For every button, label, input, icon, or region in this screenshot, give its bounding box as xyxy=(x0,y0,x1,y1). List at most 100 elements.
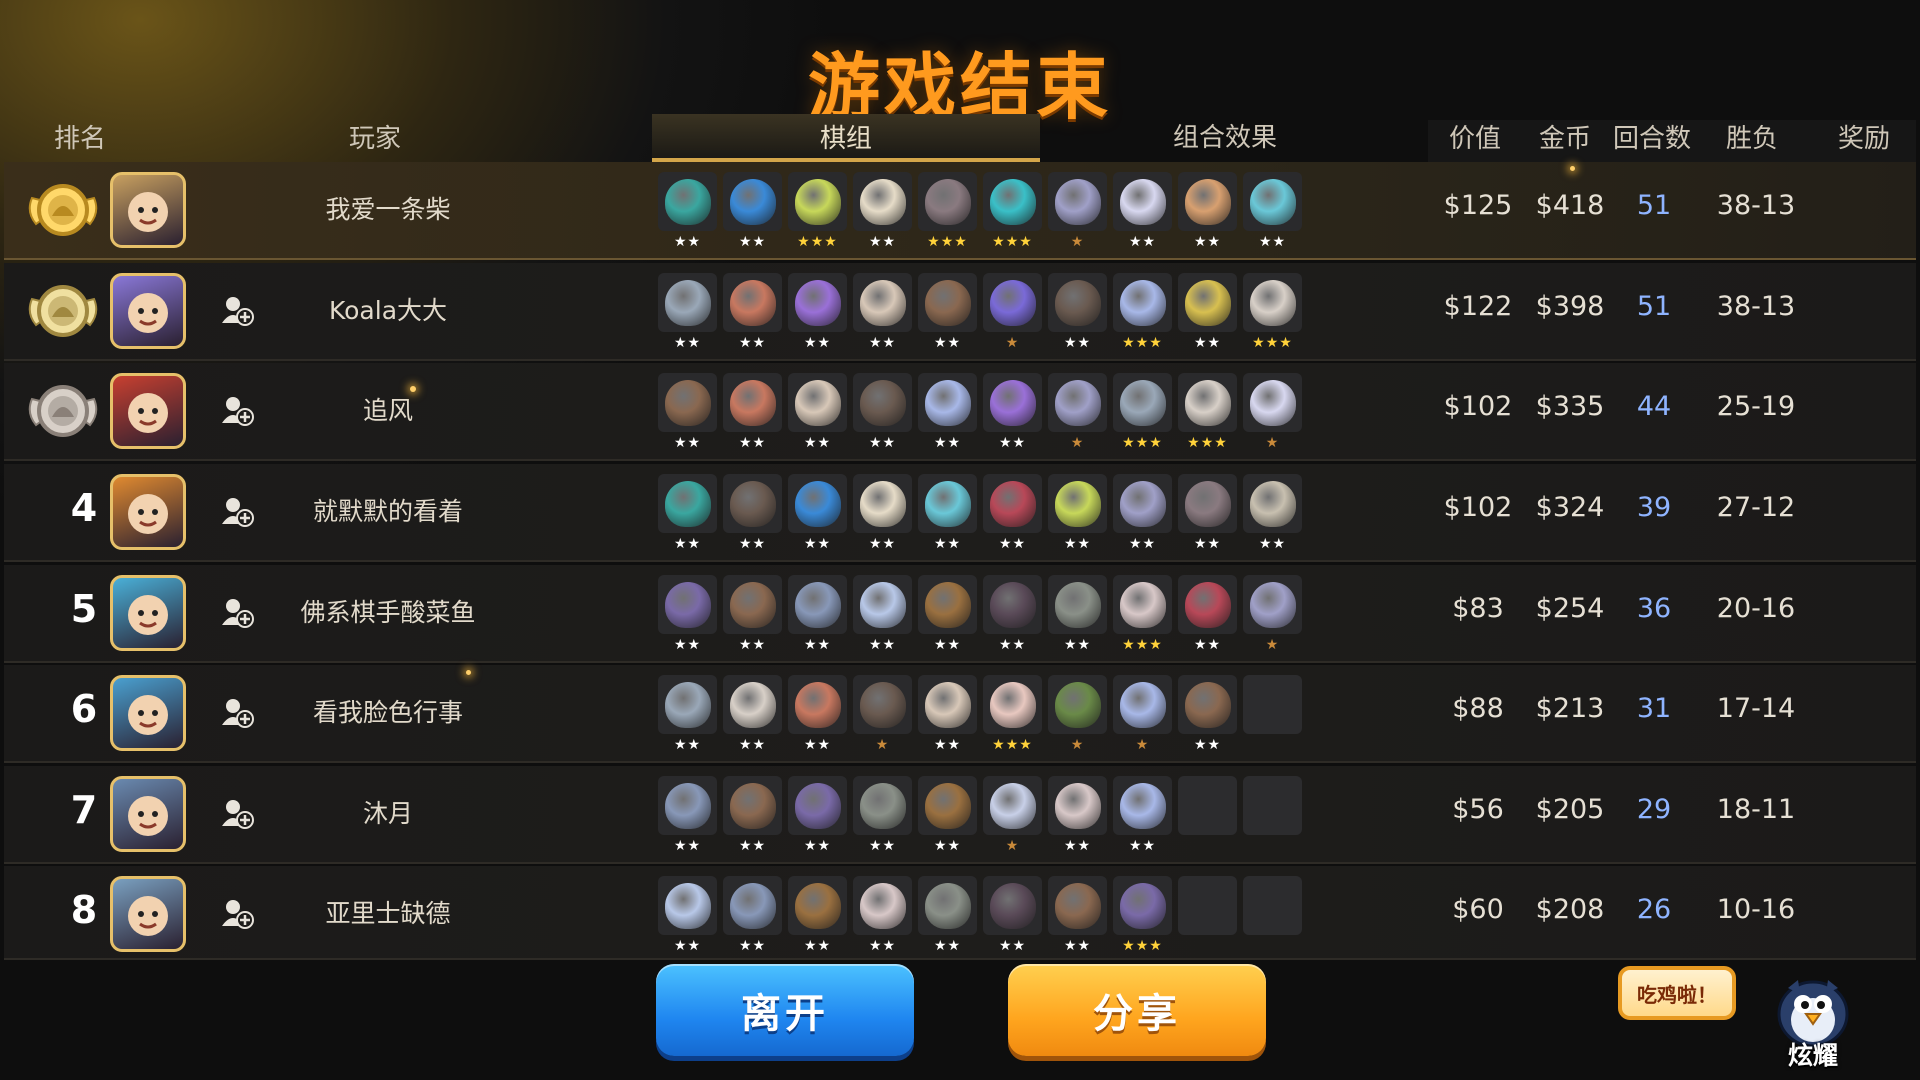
add-friend-icon[interactable] xyxy=(220,595,254,629)
avatar-hero-2[interactable] xyxy=(110,273,186,349)
piece-slot[interactable]: ★★ xyxy=(918,273,977,357)
avatar-hero-5[interactable] xyxy=(110,575,186,651)
piece-slot[interactable]: ★★ xyxy=(723,575,782,659)
piece-slot[interactable]: ★★ xyxy=(918,876,977,960)
piece-slot[interactable]: ★★ xyxy=(788,373,847,457)
piece-slot[interactable]: ★★ xyxy=(1048,575,1107,659)
piece-slot[interactable]: ★★★ xyxy=(983,675,1042,759)
leave-button[interactable]: 离开 xyxy=(656,964,914,1056)
add-friend-icon[interactable] xyxy=(220,293,254,327)
piece-slot[interactable]: ★★ xyxy=(723,474,782,558)
piece-slot[interactable]: ★★ xyxy=(723,776,782,860)
piece-slot[interactable]: ★★ xyxy=(853,575,912,659)
piece-slot[interactable]: ★★ xyxy=(658,876,717,960)
piece-slot[interactable]: ★★★ xyxy=(1243,273,1302,357)
piece-slot[interactable]: ★★ xyxy=(658,273,717,357)
piece-slot[interactable]: ★★ xyxy=(723,373,782,457)
avatar-hero-7[interactable] xyxy=(110,776,186,852)
avatar-hero-1[interactable] xyxy=(110,172,186,248)
piece-slot[interactable]: ★★ xyxy=(658,172,717,256)
piece-slot[interactable]: ★★ xyxy=(1113,776,1172,860)
piece-slot[interactable]: ★★ xyxy=(658,675,717,759)
piece-slot[interactable]: ★★ xyxy=(1178,474,1237,558)
piece-slot[interactable]: ★★ xyxy=(1178,172,1237,256)
add-friend-icon[interactable] xyxy=(220,796,254,830)
piece-slot[interactable]: ★★ xyxy=(918,675,977,759)
piece-slot[interactable]: ★ xyxy=(1048,675,1107,759)
piece-slot[interactable]: ★★ xyxy=(918,575,977,659)
piece-slot[interactable]: ★★ xyxy=(983,575,1042,659)
piece-slot[interactable]: ★★ xyxy=(853,273,912,357)
piece-slot[interactable]: ★★ xyxy=(658,575,717,659)
piece-slot[interactable]: ★★ xyxy=(723,273,782,357)
piece-slot[interactable]: ★★ xyxy=(1178,273,1237,357)
piece-slot[interactable]: ★★ xyxy=(1243,474,1302,558)
piece-slot[interactable]: ★★ xyxy=(983,373,1042,457)
table-row[interactable]: 7 沐月 ★★ ★★ ★★ ★★ ★★ ★ ★★ ★★ $56 $205 29 18-11 xyxy=(4,766,1916,864)
piece-slot[interactable]: ★★ xyxy=(723,172,782,256)
piece-slot[interactable]: ★★ xyxy=(983,876,1042,960)
add-friend-icon[interactable] xyxy=(220,896,254,930)
piece-slot[interactable]: ★★ xyxy=(853,172,912,256)
piece-slot[interactable]: ★★ xyxy=(788,776,847,860)
piece-slot[interactable]: ★★ xyxy=(1048,876,1107,960)
piece-slot[interactable]: ★★★ xyxy=(1113,373,1172,457)
table-row[interactable]: 6 看我脸色行事 ★★ ★★ ★★ ★ ★★ ★★★ ★ ★ ★★ $88 $213 31 17-14 xyxy=(4,665,1916,763)
tab-synergy[interactable]: 组合效果 xyxy=(1040,108,1410,162)
piece-slot[interactable]: ★ xyxy=(853,675,912,759)
piece-slot[interactable]: ★★ xyxy=(1113,172,1172,256)
piece-slot[interactable]: ★★ xyxy=(1048,474,1107,558)
table-row[interactable]: 我爱一条柴 ★★ ★★ ★★★ ★★ ★★★ ★★★ ★ ★★ ★★ ★★ $125 $418 51 38-… xyxy=(4,162,1916,260)
avatar-hero-6[interactable] xyxy=(110,675,186,751)
piece-slot[interactable]: ★★ xyxy=(658,776,717,860)
add-friend-icon[interactable] xyxy=(220,494,254,528)
table-row[interactable]: 8 亚里士缺德 ★★ ★★ ★★ ★★ ★★ ★★ ★★ ★★★ $60 $208 26 10-16 xyxy=(4,866,1916,960)
piece-slot[interactable]: ★ xyxy=(1048,172,1107,256)
show-off-label[interactable]: 炫耀 xyxy=(1770,1036,1856,1072)
piece-slot[interactable]: ★ xyxy=(1113,675,1172,759)
piece-slot[interactable]: ★★ xyxy=(1178,575,1237,659)
piece-slot[interactable]: ★★★ xyxy=(918,172,977,256)
piece-slot[interactable]: ★★ xyxy=(918,373,977,457)
piece-slot[interactable]: ★★ xyxy=(658,474,717,558)
table-row[interactable]: Koala大大 ★★ ★★ ★★ ★★ ★★ ★ ★★ ★★★ ★★ ★★★ $122 $398 51 38… xyxy=(4,263,1916,361)
piece-slot[interactable]: ★★★ xyxy=(788,172,847,256)
piece-slot[interactable]: ★★★ xyxy=(1113,575,1172,659)
table-row[interactable]: 4 就默默的看着 ★★ ★★ ★★ ★★ ★★ ★★ ★★ ★★ ★★ ★★ $102 $324 39 27-… xyxy=(4,464,1916,562)
piece-slot[interactable]: ★★★ xyxy=(983,172,1042,256)
add-friend-icon[interactable] xyxy=(220,393,254,427)
piece-slot[interactable]: ★★ xyxy=(853,876,912,960)
piece-slot[interactable]: ★★ xyxy=(788,474,847,558)
piece-slot[interactable]: ★★★ xyxy=(1113,273,1172,357)
piece-slot[interactable]: ★ xyxy=(983,776,1042,860)
piece-slot[interactable]: ★★ xyxy=(853,474,912,558)
piece-slot[interactable]: ★★ xyxy=(853,776,912,860)
piece-slot[interactable]: ★★ xyxy=(1243,172,1302,256)
avatar-hero-4[interactable] xyxy=(110,474,186,550)
piece-slot[interactable]: ★★ xyxy=(723,675,782,759)
piece-slot[interactable]: ★★ xyxy=(1113,474,1172,558)
piece-slot[interactable]: ★★ xyxy=(788,876,847,960)
tab-pieces[interactable]: 棋组 xyxy=(652,114,1040,162)
piece-slot[interactable]: ★★ xyxy=(723,876,782,960)
piece-slot[interactable]: ★ xyxy=(1243,575,1302,659)
piece-slot[interactable]: ★★★ xyxy=(1178,373,1237,457)
share-button[interactable]: 分享 xyxy=(1008,964,1266,1056)
piece-slot[interactable]: ★★ xyxy=(788,575,847,659)
piece-slot[interactable]: ★ xyxy=(1048,373,1107,457)
piece-slot[interactable]: ★★ xyxy=(1048,776,1107,860)
add-friend-icon[interactable] xyxy=(220,695,254,729)
piece-slot[interactable]: ★★ xyxy=(983,474,1042,558)
table-row[interactable]: 5 佛系棋手酸菜鱼 ★★ ★★ ★★ ★★ ★★ ★★ ★★ ★★★ ★★ ★ $83 $254 36 20-… xyxy=(4,565,1916,663)
piece-slot[interactable]: ★ xyxy=(1243,373,1302,457)
avatar-hero-8[interactable] xyxy=(110,876,186,952)
avatar-hero-3[interactable] xyxy=(110,373,186,449)
piece-slot[interactable]: ★★ xyxy=(918,776,977,860)
piece-slot[interactable]: ★★ xyxy=(918,474,977,558)
piece-slot[interactable]: ★ xyxy=(983,273,1042,357)
piece-slot[interactable]: ★★ xyxy=(1048,273,1107,357)
piece-slot[interactable]: ★★ xyxy=(658,373,717,457)
piece-slot[interactable]: ★★★ xyxy=(1113,876,1172,960)
piece-slot[interactable]: ★★ xyxy=(853,373,912,457)
piece-slot[interactable]: ★★ xyxy=(1178,675,1237,759)
